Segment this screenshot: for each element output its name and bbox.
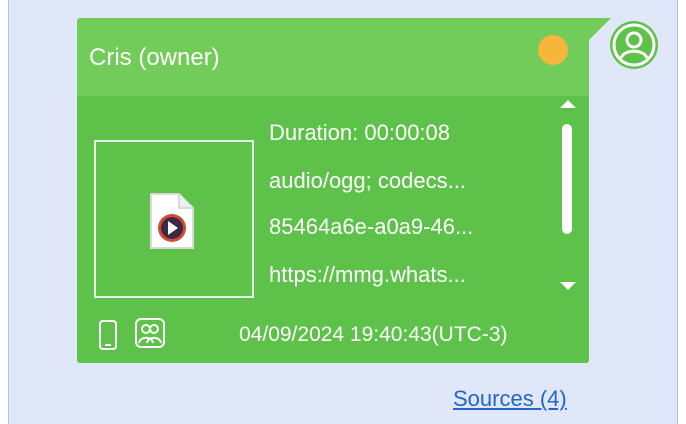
attachment-id: 85464a6e-a0a9-46...	[269, 214, 474, 239]
chat-panel: Cris (owner) Duration: 00:00:08 audio/og…	[8, 0, 678, 424]
message-header: Cris (owner)	[77, 18, 589, 96]
attachment-mime: audio/ogg; codecs...	[269, 168, 466, 193]
audio-file-icon	[147, 192, 197, 255]
attachment-url: https://mmg.whats...	[269, 262, 466, 287]
status-indicator	[538, 35, 568, 65]
sender-name: Cris (owner)	[89, 44, 220, 71]
user-avatar-icon	[610, 21, 658, 69]
attachment-duration: Duration: 00:00:08	[269, 120, 451, 145]
attachment-thumbnail[interactable]	[94, 140, 254, 298]
scroll-up-arrow[interactable]	[560, 100, 576, 108]
message-bubble[interactable]: Cris (owner) Duration: 00:00:08 audio/og…	[77, 18, 589, 363]
scroll-down-arrow[interactable]	[560, 282, 576, 290]
group-icon	[135, 318, 165, 353]
scrollbar-thumb[interactable]	[562, 124, 572, 234]
sources-link[interactable]: Sources (4)	[453, 386, 567, 412]
phone-icon	[98, 319, 118, 356]
message-timestamp: 04/09/2024 19:40:43(UTC-3)	[239, 323, 508, 346]
